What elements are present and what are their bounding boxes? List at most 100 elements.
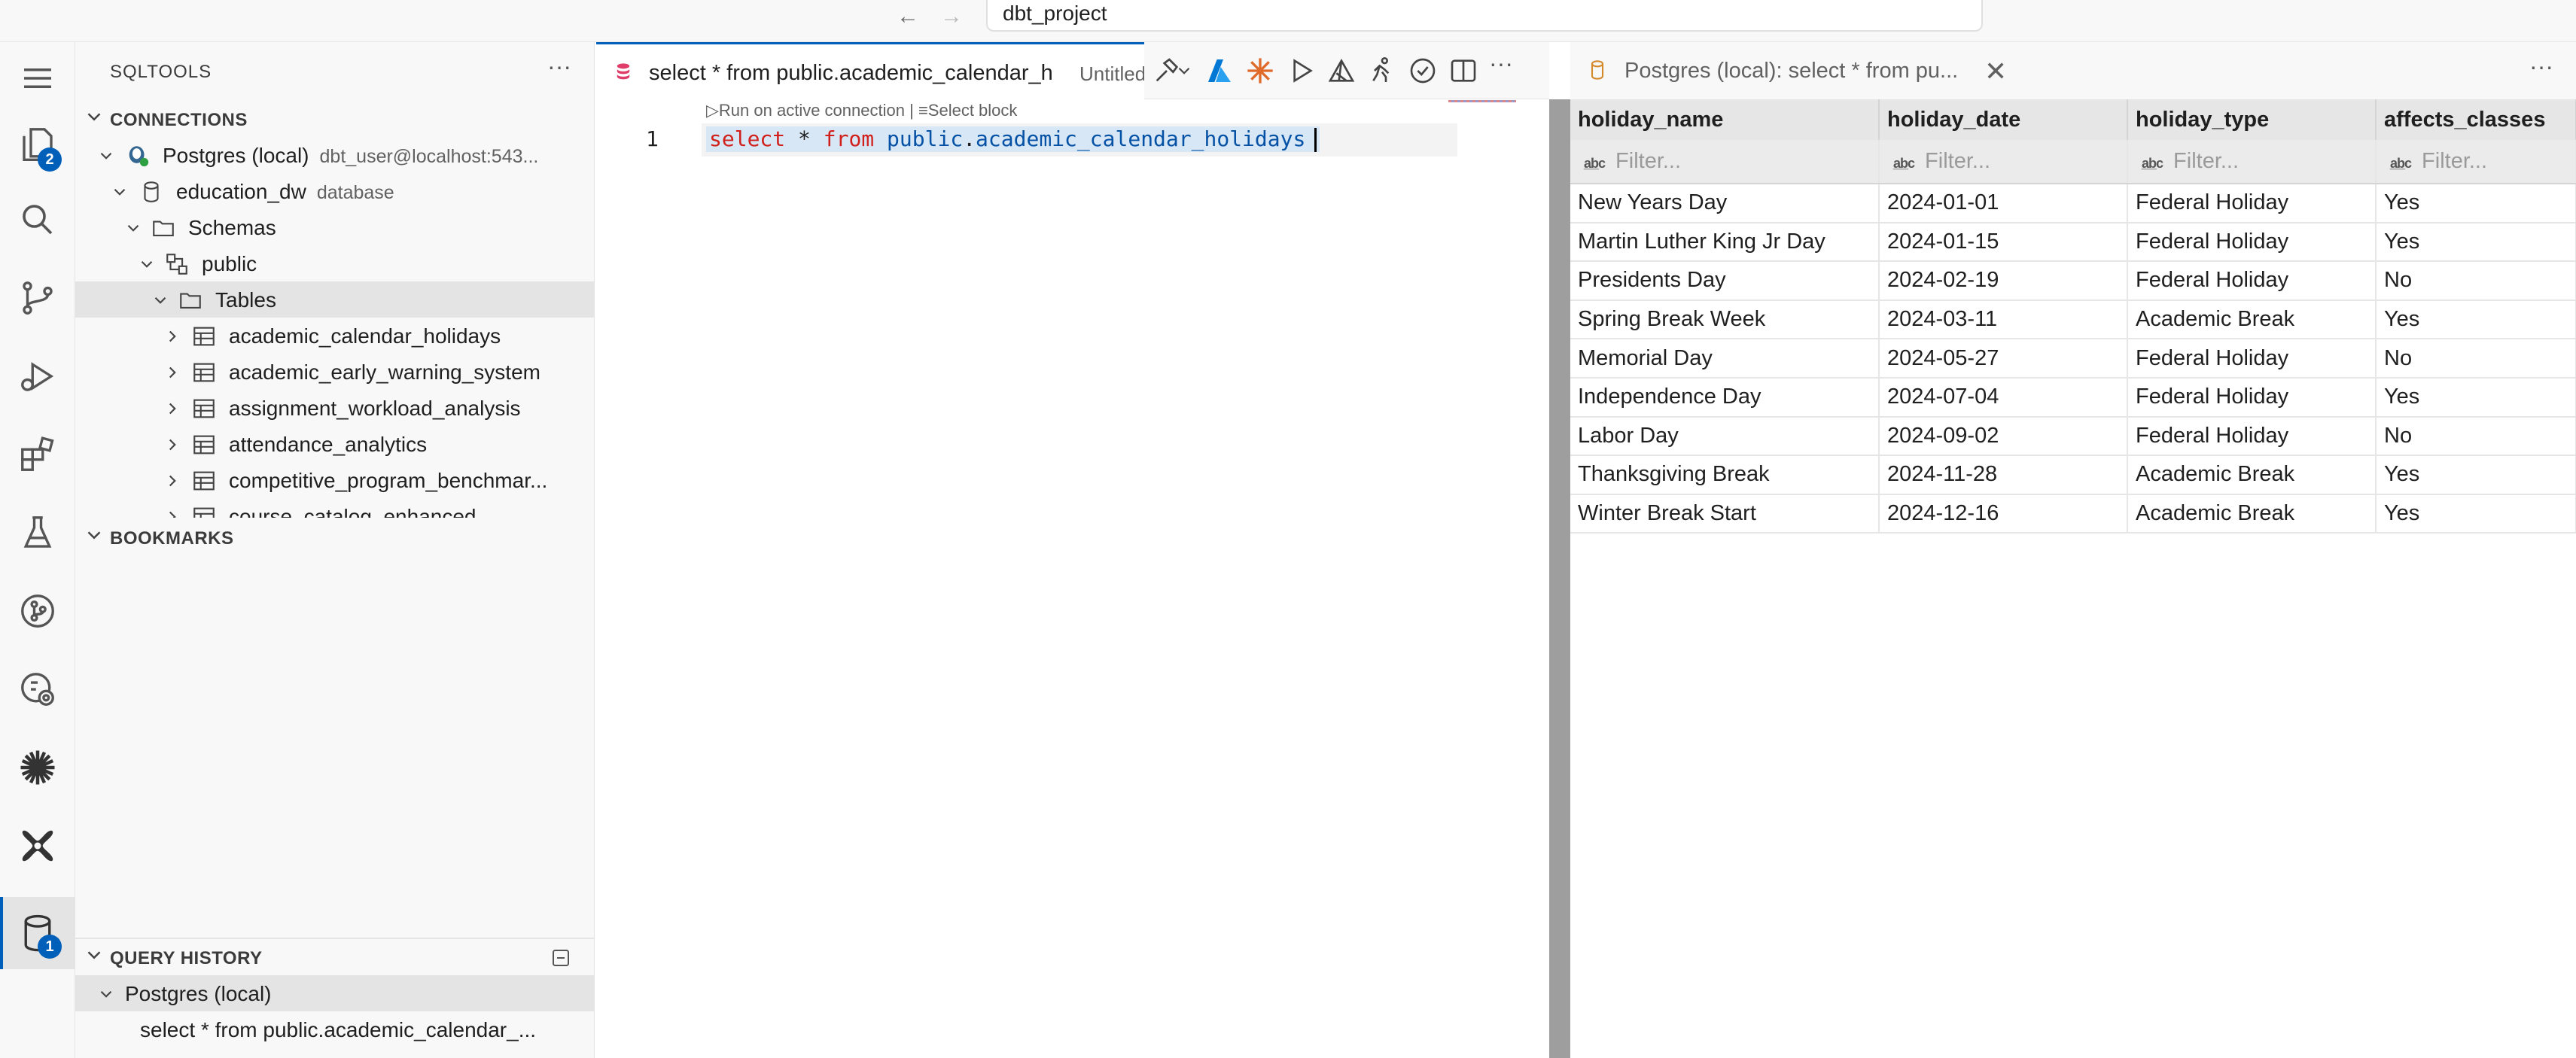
history-query-item[interactable]: select * from public.academic_calendar_.… [75, 1011, 595, 1047]
check-circle-icon[interactable] [1408, 56, 1438, 86]
cell[interactable]: 2024-01-15 [1879, 222, 2128, 263]
tree-item-database[interactable]: education_dw database [75, 173, 595, 209]
cell[interactable]: Federal Holiday [2127, 339, 2377, 379]
more-actions-icon[interactable]: ··· [2529, 53, 2553, 81]
panel-splitter[interactable] [1549, 99, 1570, 1058]
table-row[interactable]: Memorial Day 2024-05-27 Federal Holiday No [1570, 339, 2576, 379]
table-row[interactable]: Martin Luther King Jr Day 2024-01-15 Feder… [1570, 222, 2576, 263]
testing-icon[interactable] [0, 497, 75, 569]
column-filter[interactable]: a̲b̲c Filter... [1570, 140, 1880, 184]
back-arrow-icon[interactable]: ← [891, 3, 924, 30]
cell[interactable]: Federal Holiday [2127, 416, 2377, 457]
query-history-section-header[interactable]: QUERY HISTORY [75, 941, 595, 975]
cell[interactable]: 2024-02-19 [1879, 261, 2128, 301]
table-item[interactable]: attendance_analytics [75, 426, 595, 462]
azure-icon[interactable] [1204, 56, 1235, 86]
table-item[interactable]: assignment_workload_analysis [75, 390, 595, 426]
cell[interactable]: Presidents Day [1570, 261, 1880, 301]
command-center-search[interactable]: dbt_project [986, 0, 1983, 32]
table-item[interactable]: academic_calendar_holidays [75, 318, 595, 354]
table-row[interactable]: New Years Day 2024-01-01 Federal Holiday Ye… [1570, 184, 2576, 223]
extensions-icon[interactable] [0, 418, 75, 491]
table-item[interactable]: course_catalog_enhanced [75, 498, 595, 518]
select-block-link[interactable]: Select block [928, 101, 1018, 120]
cell[interactable]: 2024-03-11 [1879, 299, 2128, 340]
tree-item-schemas[interactable]: Schemas [75, 209, 595, 245]
column-header[interactable]: affects_classes [2376, 99, 2576, 140]
cell[interactable]: Federal Holiday [2127, 261, 2377, 301]
explorer-icon[interactable]: 2 [0, 108, 75, 181]
cell[interactable]: Yes [2376, 494, 2576, 534]
column-header[interactable]: holiday_date [1879, 99, 2128, 140]
more-actions-icon[interactable]: ··· [547, 53, 571, 81]
close-icon[interactable]: ✕ [1984, 56, 2007, 87]
tab-query-results[interactable]: Postgres (local): select * from pu... ✕ [1570, 42, 2019, 99]
asterisk-icon[interactable] [0, 731, 75, 804]
cell[interactable]: Yes [2376, 184, 2576, 223]
cell[interactable]: Yes [2376, 222, 2576, 263]
cell[interactable]: 2024-07-04 [1879, 377, 2128, 418]
table-row[interactable]: Thanksgiving Break 2024-11-28 Academic Bre… [1570, 455, 2576, 495]
connections-section-header[interactable]: CONNECTIONS [75, 102, 595, 137]
cell[interactable]: Independence Day [1570, 377, 1880, 418]
column-filter[interactable]: a̲b̲c Filter... [2376, 140, 2576, 184]
column-header[interactable]: holiday_type [2127, 99, 2377, 140]
run-person-icon[interactable] [1367, 56, 1397, 86]
menu-icon[interactable] [0, 42, 75, 114]
git-graph-icon[interactable] [0, 575, 75, 647]
source-control-icon[interactable] [0, 262, 75, 334]
cell[interactable]: Yes [2376, 377, 2576, 418]
run-query-icon[interactable] [1286, 56, 1316, 86]
forward-arrow-icon[interactable]: → [935, 3, 968, 30]
spark-icon[interactable] [1245, 56, 1275, 86]
cell[interactable]: New Years Day [1570, 184, 1880, 223]
tree-item-tables[interactable]: Tables [75, 281, 595, 318]
cell[interactable]: Academic Break [2127, 299, 2377, 340]
database-icon[interactable]: 1 [0, 897, 75, 969]
cell[interactable]: Federal Holiday [2127, 184, 2377, 223]
cell[interactable]: Yes [2376, 299, 2576, 340]
cell[interactable]: No [2376, 261, 2576, 301]
collapse-all-icon[interactable] [550, 947, 572, 969]
cell[interactable]: Labor Day [1570, 416, 1880, 457]
run-on-active-connection[interactable]: Run on active connection [719, 101, 905, 120]
cell[interactable]: Winter Break Start [1570, 494, 1880, 534]
column-header[interactable]: holiday_name [1570, 99, 1880, 140]
more-actions-icon[interactable]: ··· [1489, 50, 1519, 80]
split-editor-icon[interactable] [1448, 56, 1478, 86]
tab-sql-query[interactable]: select * from public.academic_calendar_h… [596, 42, 1144, 99]
bookmarks-section-header[interactable]: BOOKMARKS [75, 521, 595, 555]
table-row[interactable]: Labor Day 2024-09-02 Federal Holiday No [1570, 416, 2576, 457]
tree-item-connection[interactable]: Postgres (local) dbt_user@localhost:543..… [75, 137, 595, 173]
tree-item-schema-public[interactable]: public [75, 245, 595, 281]
cell[interactable]: Thanksgiving Break [1570, 455, 1880, 495]
cell[interactable]: Martin Luther King Jr Day [1570, 222, 1880, 263]
cell[interactable]: Federal Holiday [2127, 222, 2377, 263]
table-row[interactable]: Independence Day 2024-07-04 Federal Holida… [1570, 377, 2576, 418]
table-item[interactable]: competitive_program_benchmar... [75, 462, 595, 498]
search-icon[interactable] [0, 184, 75, 256]
column-filter[interactable]: a̲b̲c Filter... [1879, 140, 2128, 184]
run-debug-icon[interactable] [0, 340, 75, 412]
cell[interactable]: 2024-01-01 [1879, 184, 2128, 223]
cell[interactable]: Spring Break Week [1570, 299, 1880, 340]
table-item[interactable]: academic_early_warning_system [75, 354, 595, 390]
column-filter[interactable]: a̲b̲c Filter... [2127, 140, 2377, 184]
cell[interactable]: Federal Holiday [2127, 377, 2377, 418]
cell[interactable]: Memorial Day [1570, 339, 1880, 379]
dbt-icon[interactable] [0, 810, 75, 882]
chevron-down-icon[interactable] [1174, 56, 1194, 86]
cell[interactable]: Academic Break [2127, 455, 2377, 495]
cell[interactable]: 2024-11-28 [1879, 455, 2128, 495]
table-row[interactable]: Spring Break Week 2024-03-11 Academic Brea… [1570, 299, 2576, 340]
cell[interactable]: 2024-12-16 [1879, 494, 2128, 534]
remote-explorer-icon[interactable] [0, 653, 75, 725]
cell[interactable]: Academic Break [2127, 494, 2377, 534]
cell[interactable]: Yes [2376, 455, 2576, 495]
table-row[interactable]: Presidents Day 2024-02-19 Federal Holiday N… [1570, 261, 2576, 301]
sqlfluff-icon[interactable] [1326, 56, 1357, 86]
table-row[interactable]: Winter Break Start 2024-12-16 Academic Bre… [1570, 494, 2576, 534]
cell[interactable]: No [2376, 339, 2576, 379]
code-line[interactable]: select * from public.academic_calendar_h… [706, 126, 1320, 152]
cell[interactable]: 2024-09-02 [1879, 416, 2128, 457]
